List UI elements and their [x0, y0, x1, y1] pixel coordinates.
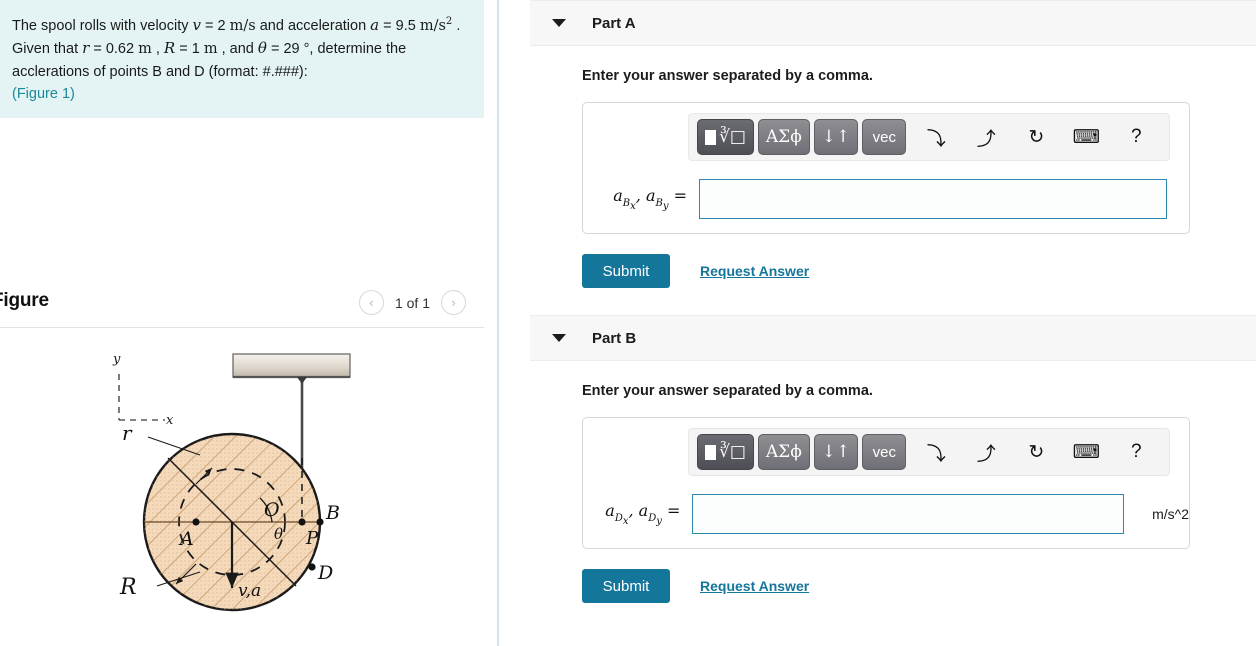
- part-b-math-toolbar: ∛□ ΑΣϕ ↓↑ vec ⤵ ⤴ ↻ ⌨ ?: [688, 428, 1170, 476]
- white-square-icon: [705, 129, 716, 145]
- help-icon[interactable]: ?: [1116, 434, 1156, 470]
- label-theta: θ: [274, 525, 283, 543]
- reset-icon[interactable]: ↻: [1016, 434, 1056, 470]
- part-a-instruction: Enter your answer separated by a comma.: [582, 68, 873, 84]
- problem-r-value: = 0.62: [89, 41, 139, 58]
- greek-symbols-button[interactable]: ΑΣϕ: [757, 434, 810, 470]
- label-v-a: v,a: [238, 581, 261, 601]
- problem-text-4: ,: [151, 41, 164, 58]
- variable-R: R: [163, 39, 176, 58]
- label-O: O: [264, 499, 280, 521]
- label-R: R: [119, 575, 137, 600]
- part-a-answer-box: ∛□ ΑΣϕ ↓↑ vec ⤵ ⤴ ↻ ⌨ ? aBx, aBy =: [582, 102, 1190, 234]
- part-a-request-answer-link[interactable]: Request Answer: [700, 263, 809, 279]
- axis-label-y: y: [112, 352, 121, 367]
- updown-arrows-button[interactable]: ↓↑: [813, 119, 859, 155]
- nth-root-icon: ∛□: [719, 442, 746, 462]
- redo-icon[interactable]: ⤴: [966, 434, 1006, 470]
- part-a-math-toolbar: ∛□ ΑΣϕ ↓↑ vec ⤵ ⤴ ↻ ⌨ ?: [688, 113, 1170, 161]
- part-b-unit-label: m/s^2: [1152, 506, 1189, 522]
- problem-text-1: The spool rolls with velocity: [12, 18, 193, 34]
- point-P-marker: [298, 518, 306, 526]
- coordinate-axes: y x: [112, 352, 174, 428]
- part-b-answer-box: ∛□ ΑΣϕ ↓↑ vec ⤵ ⤴ ↻ ⌨ ? aDx, aDy = m/s^2: [582, 417, 1190, 549]
- redo-icon[interactable]: ⤴: [966, 119, 1006, 155]
- figure-title: Figure: [0, 290, 49, 311]
- label-r: r: [122, 421, 133, 445]
- updown-arrows-button[interactable]: ↓↑: [813, 434, 859, 470]
- figure-prev-button[interactable]: ‹: [358, 290, 384, 315]
- problem-eq1: = 2: [201, 18, 230, 34]
- problem-text-2: and acceleration: [255, 18, 371, 34]
- sqrt-button[interactable]: ∛□: [697, 434, 754, 470]
- part-b-header[interactable]: Part B: [530, 315, 1256, 361]
- left-panel: The spool rolls with velocity v = 2 m/s …: [0, 0, 490, 646]
- problem-statement: The spool rolls with velocity v = 2 m/s …: [0, 0, 484, 118]
- collapse-caret-icon[interactable]: [552, 334, 566, 342]
- part-a-answer-label: aBx, aBy =: [613, 186, 687, 212]
- part-b-actions: Submit Request Answer: [582, 569, 1256, 603]
- white-square-icon: [705, 444, 716, 460]
- figure-link[interactable]: (Figure 1): [12, 86, 75, 102]
- part-a-title: Part A: [592, 14, 636, 32]
- problem-text-5: , and: [217, 41, 258, 58]
- unit-v: m/s: [229, 18, 256, 34]
- help-icon[interactable]: ?: [1116, 119, 1156, 155]
- figure-header: Figure ‹ 1 of 1 ›: [0, 288, 484, 326]
- label-D: D: [317, 562, 333, 584]
- problem-R-value: = 1: [175, 41, 204, 58]
- figure-divider: [0, 327, 484, 328]
- right-panel: Part A Enter your answer separated by a …: [530, 0, 1256, 646]
- point-B-marker: [316, 518, 324, 526]
- part-a-body: Enter your answer separated by a comma. …: [530, 46, 1256, 288]
- part-a-submit-button[interactable]: Submit: [582, 254, 670, 288]
- greek-symbols-button[interactable]: ΑΣϕ: [757, 119, 810, 155]
- variable-a: a: [370, 16, 380, 34]
- keyboard-icon[interactable]: ⌨: [1066, 119, 1106, 155]
- label-B: B: [325, 502, 340, 524]
- unit-r: m: [138, 41, 152, 58]
- variable-v: v: [192, 16, 201, 34]
- vector-button[interactable]: vec: [862, 434, 907, 470]
- figure-page-indicator: 1 of 1: [394, 294, 430, 311]
- spool-diagram: y x R r O A P B D θ v,a: [112, 352, 351, 612]
- reset-icon[interactable]: ↻: [1016, 119, 1056, 155]
- vector-button[interactable]: vec: [862, 119, 907, 155]
- keyboard-icon[interactable]: ⌨: [1066, 434, 1106, 470]
- part-b-submit-button[interactable]: Submit: [582, 569, 670, 603]
- label-A: A: [178, 528, 194, 550]
- collapse-caret-icon[interactable]: [552, 19, 566, 27]
- axis-label-x: x: [166, 413, 174, 428]
- unit-a: m/s2: [419, 16, 453, 34]
- part-a-answer-row: aBx, aBy =: [583, 179, 1189, 219]
- label-P: P: [305, 528, 319, 549]
- nth-root-icon: ∛□: [719, 127, 746, 147]
- part-b-title: Part B: [592, 329, 637, 347]
- part-a-header[interactable]: Part A: [530, 0, 1256, 46]
- variable-theta: θ: [257, 39, 267, 58]
- unit-R: m: [203, 41, 218, 58]
- panel-divider: [497, 0, 499, 646]
- figure-next-button[interactable]: ›: [441, 290, 466, 315]
- part-b-answer-row: aDx, aDy = m/s^2: [583, 494, 1189, 534]
- undo-icon[interactable]: ⤵: [916, 119, 956, 155]
- figure-pager: ‹ 1 of 1 ›: [358, 290, 466, 315]
- problem-theta-value: = 29 °: [266, 41, 310, 58]
- ceiling-support: [232, 353, 351, 379]
- part-b-body: Enter your answer separated by a comma. …: [530, 361, 1256, 603]
- point-D-marker: [308, 563, 316, 571]
- part-b-request-answer-link[interactable]: Request Answer: [700, 578, 809, 594]
- part-a-answer-input[interactable]: [699, 179, 1167, 219]
- part-b-answer-label: aDx, aDy =: [605, 501, 681, 527]
- sqrt-button[interactable]: ∛□: [697, 119, 754, 155]
- problem-eq2: = 9.5: [379, 18, 420, 34]
- part-b-answer-input[interactable]: [692, 494, 1125, 534]
- point-A-marker: [192, 518, 200, 526]
- part-a-actions: Submit Request Answer: [582, 254, 1256, 288]
- undo-icon[interactable]: ⤵: [916, 434, 956, 470]
- part-b-instruction: Enter your answer separated by a comma.: [582, 383, 873, 399]
